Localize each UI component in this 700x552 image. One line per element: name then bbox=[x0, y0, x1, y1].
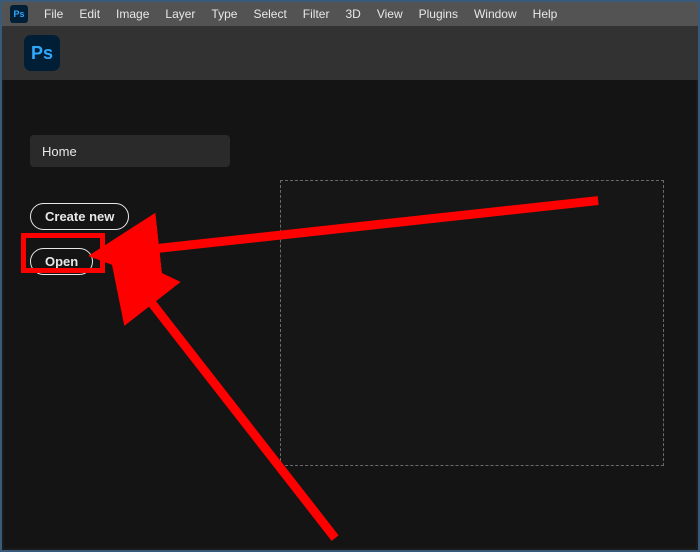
open-button[interactable]: Open bbox=[30, 248, 93, 275]
home-label: Home bbox=[42, 144, 77, 159]
menu-help[interactable]: Help bbox=[525, 7, 566, 21]
home-screen: Home Create new Open bbox=[4, 80, 696, 548]
toolbar: Ps bbox=[2, 26, 698, 80]
menu-layer[interactable]: Layer bbox=[157, 7, 203, 21]
app-icon-small: Ps bbox=[10, 5, 28, 23]
menu-view[interactable]: View bbox=[369, 7, 411, 21]
menu-3d[interactable]: 3D bbox=[337, 7, 368, 21]
app-logo: Ps bbox=[24, 35, 60, 71]
menu-image[interactable]: Image bbox=[108, 7, 157, 21]
create-new-button[interactable]: Create new bbox=[30, 203, 129, 230]
menu-filter[interactable]: Filter bbox=[295, 7, 338, 21]
home-button[interactable]: Home bbox=[30, 135, 230, 167]
menu-type[interactable]: Type bbox=[203, 7, 245, 21]
drop-zone[interactable] bbox=[280, 180, 664, 466]
menu-window[interactable]: Window bbox=[466, 7, 525, 21]
menu-plugins[interactable]: Plugins bbox=[411, 7, 466, 21]
menu-edit[interactable]: Edit bbox=[71, 7, 108, 21]
menu-select[interactable]: Select bbox=[245, 7, 294, 21]
menubar: Ps File Edit Image Layer Type Select Fil… bbox=[2, 2, 698, 26]
menu-file[interactable]: File bbox=[36, 7, 71, 21]
